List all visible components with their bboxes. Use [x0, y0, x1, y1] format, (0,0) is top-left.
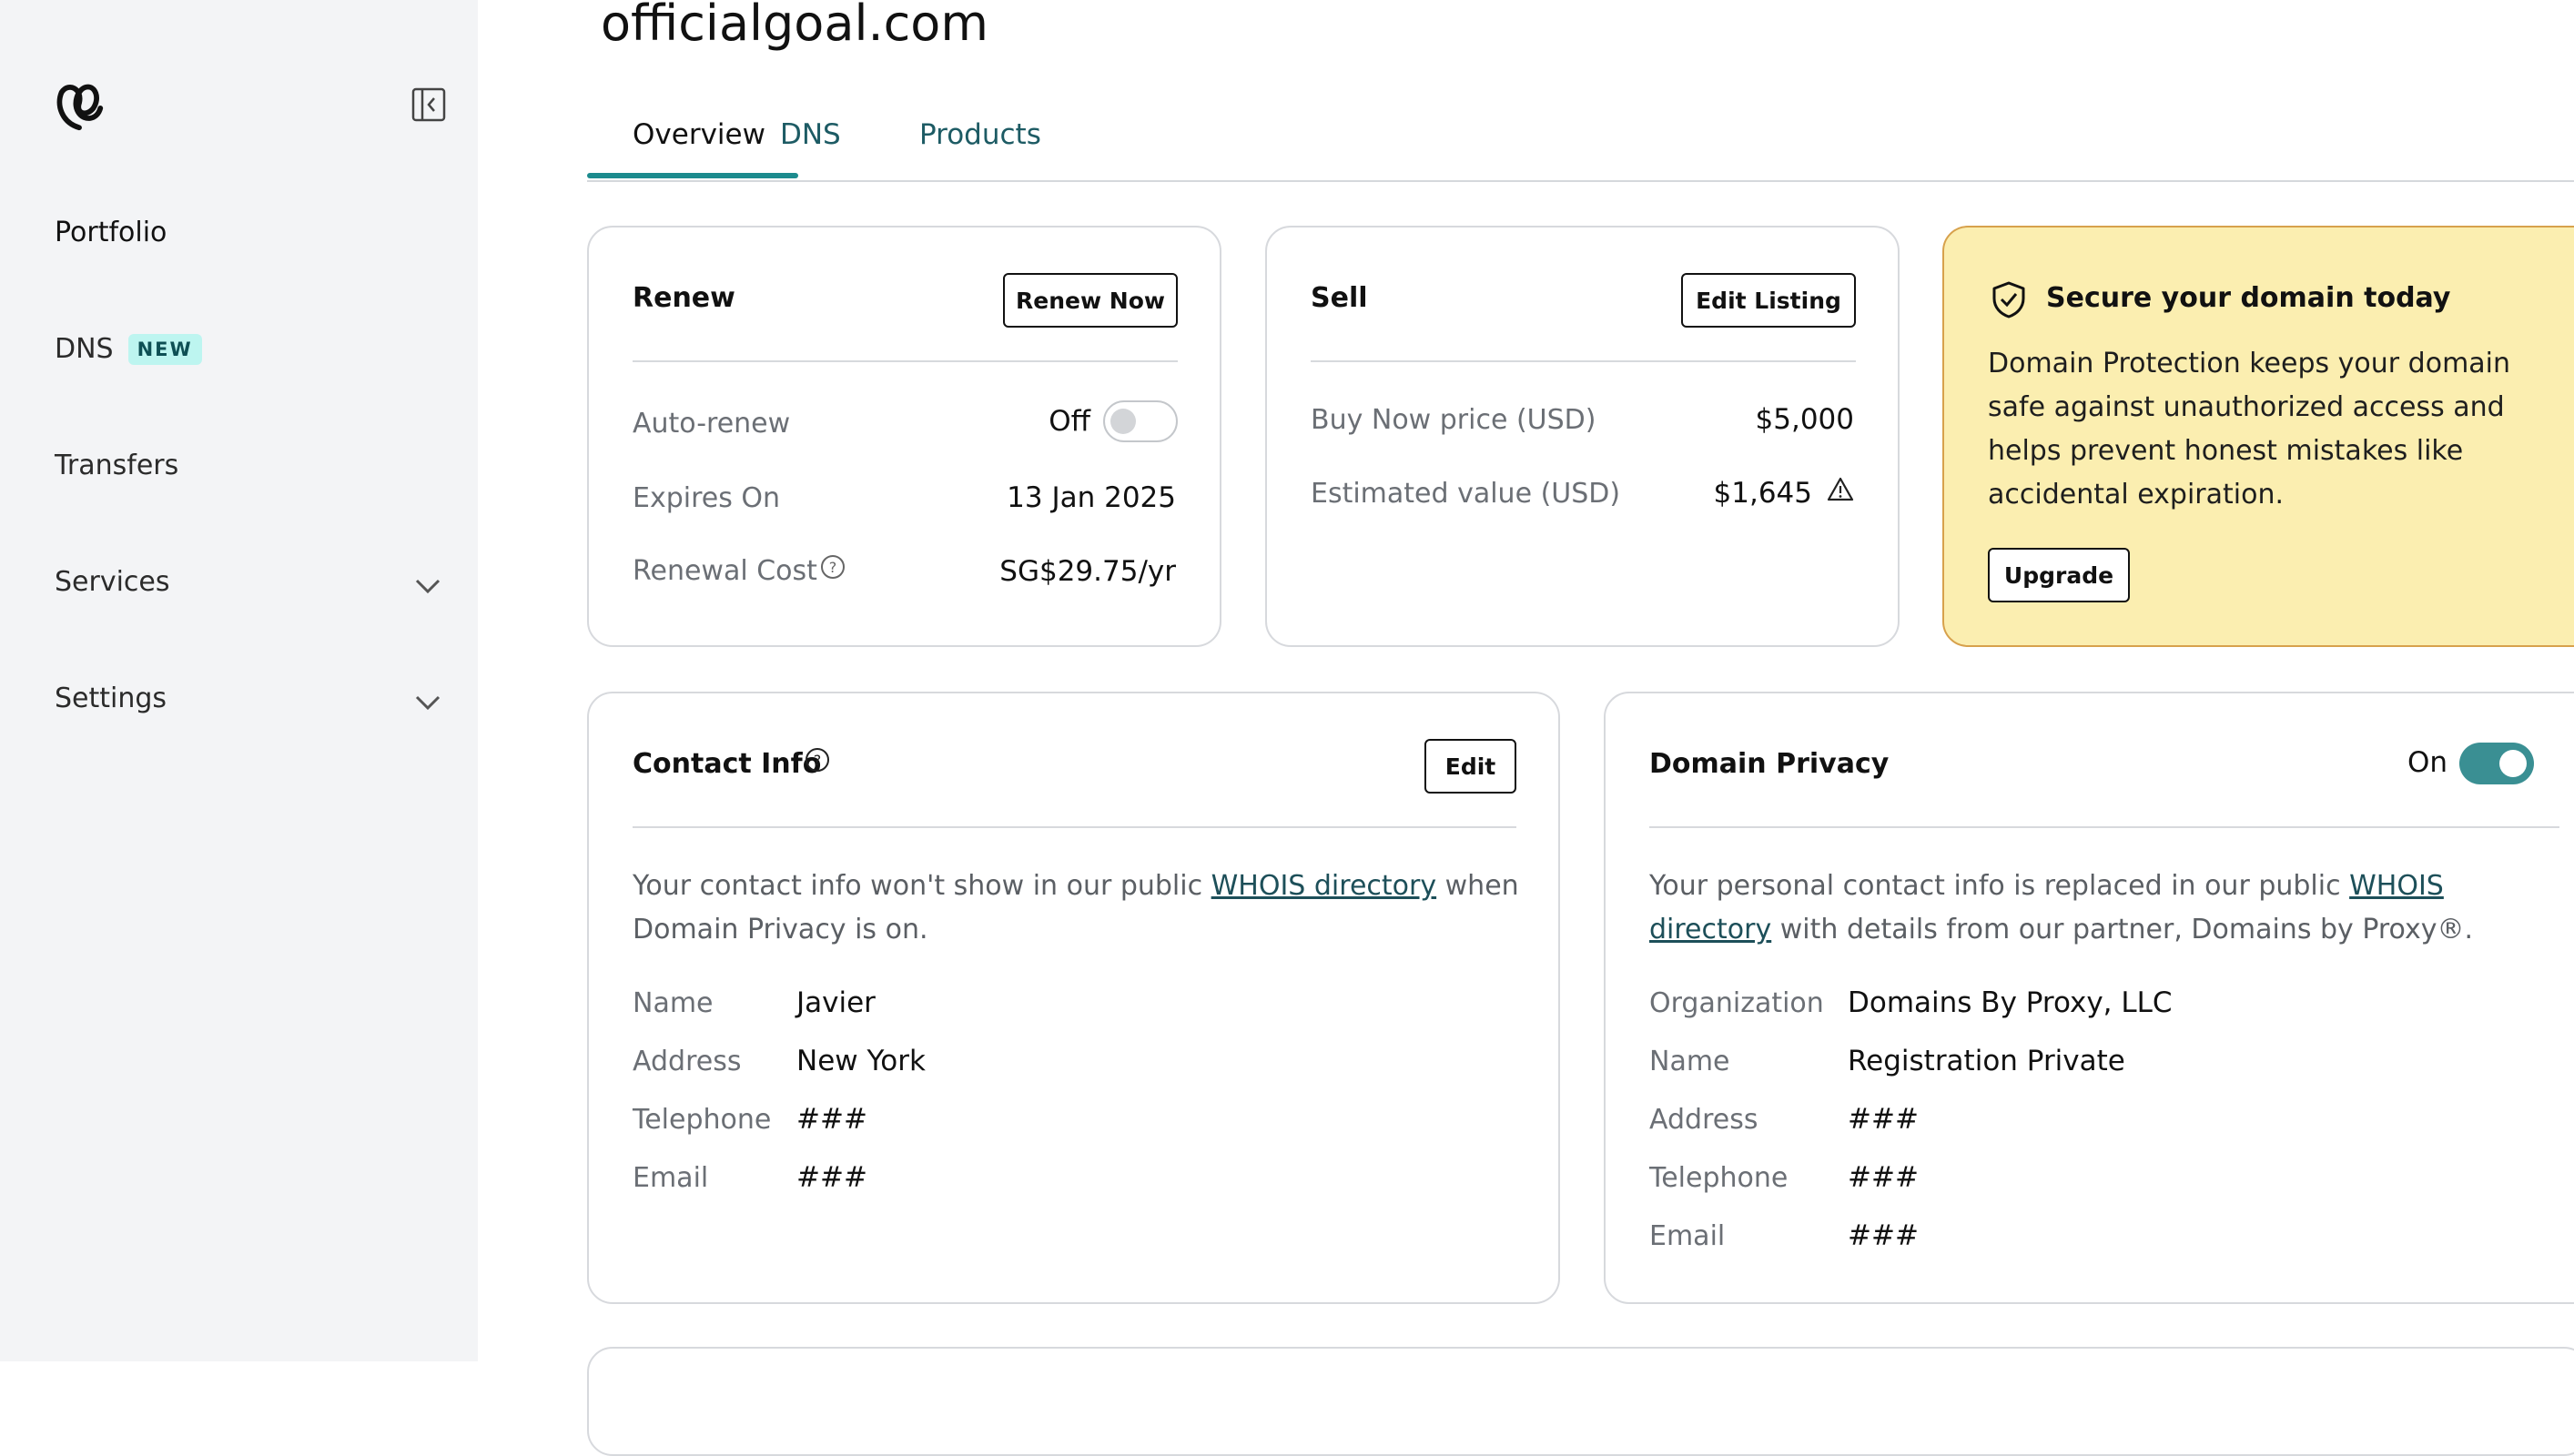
privacy-organization-label: Organization: [1649, 987, 1824, 1019]
sidebar-item-label: Portfolio: [55, 217, 167, 248]
description-text: Your personal contact info is replaced i…: [1649, 870, 2350, 902]
description-text: with details from our partner, Domains b…: [1771, 914, 2474, 945]
contact-email-value: ###: [796, 1161, 867, 1194]
sidebar-item-label: DNS: [55, 333, 114, 365]
buy-now-price-value: $5,000: [1755, 403, 1854, 436]
new-badge: NEW: [127, 333, 202, 365]
renew-card: Renew Renew Now Auto-renew Off Expires O…: [587, 226, 1221, 647]
auto-renew-label: Auto-renew: [633, 408, 791, 440]
card-title: Renew: [633, 282, 735, 314]
auto-renew-toggle[interactable]: [1103, 400, 1178, 442]
contact-address-value: New York: [796, 1045, 926, 1077]
estimated-value: $1,645: [1713, 477, 1812, 510]
contact-address-label: Address: [633, 1046, 742, 1077]
sidebar-item-portfolio[interactable]: Portfolio: [55, 217, 167, 248]
warning-triangle-icon[interactable]: [1826, 475, 1855, 504]
expires-value: 13 Jan 2025: [1007, 481, 1176, 514]
active-tab-indicator: [587, 173, 798, 178]
domain-privacy-toggle[interactable]: [2459, 743, 2534, 784]
card-title: Sell: [1311, 282, 1368, 314]
promo-line: accidental expiration.: [1988, 479, 2285, 511]
privacy-description: Your personal contact info is replaced i…: [1649, 864, 2574, 952]
sidebar-item-settings[interactable]: Settings: [55, 682, 167, 714]
godaddy-logo[interactable]: [51, 78, 107, 135]
whois-directory-link[interactable]: WHOIS directory: [1211, 870, 1436, 902]
tab-products[interactable]: Products: [919, 118, 1041, 151]
expires-label: Expires On: [633, 482, 781, 514]
privacy-address-value: ###: [1848, 1103, 1919, 1136]
privacy-name-value: Registration Private: [1848, 1045, 2125, 1077]
toggle-knob: [2499, 750, 2527, 777]
privacy-organization-value: Domains By Proxy, LLC: [1848, 986, 2173, 1019]
tab-bar: Overview DNS Products: [587, 116, 2574, 182]
chevron-down-icon[interactable]: [413, 571, 442, 601]
tab-dns[interactable]: DNS: [780, 118, 841, 151]
contact-telephone-value: ###: [796, 1103, 867, 1136]
chevron-down-icon[interactable]: [413, 688, 442, 717]
sidebar-item-label: Services: [55, 566, 170, 598]
privacy-email-value: ###: [1848, 1219, 1919, 1252]
whois-link[interactable]: WHOIS: [2349, 870, 2444, 902]
renewal-cost-value: SG$29.75/yr: [999, 555, 1176, 588]
sidebar-item-label: Transfers: [55, 450, 179, 481]
estimated-value-label: Estimated value (USD): [1311, 478, 1621, 510]
svg-text:?: ?: [814, 752, 822, 769]
sidebar-item-dns[interactable]: DNS NEW: [55, 333, 202, 365]
svg-text:?: ?: [829, 559, 837, 576]
privacy-state: On: [2407, 746, 2448, 779]
domain-privacy-card: Domain Privacy On Your personal contact …: [1604, 692, 2574, 1304]
divider: [633, 826, 1516, 828]
description-text: when: [1436, 870, 1519, 902]
sidebar-item-label: Settings: [55, 682, 167, 714]
auto-renew-state: Off: [1049, 405, 1090, 438]
divider: [1311, 360, 1856, 362]
contact-telephone-label: Telephone: [633, 1104, 772, 1136]
promo-line: helps prevent honest mistakes like: [1988, 435, 2464, 467]
card-title: Contact Info: [633, 748, 822, 780]
help-circle-icon[interactable]: ?: [819, 553, 846, 581]
page-title: officialgoal.com: [601, 0, 988, 52]
contact-name-value: Javier: [796, 986, 876, 1019]
divider: [633, 360, 1178, 362]
buy-now-price-label: Buy Now price (USD): [1311, 404, 1596, 436]
tab-overview[interactable]: Overview: [633, 118, 765, 151]
contact-info-card: Contact Info ? Edit Your contact info wo…: [587, 692, 1560, 1304]
privacy-telephone-label: Telephone: [1649, 1162, 1789, 1194]
upgrade-button[interactable]: Upgrade: [1988, 548, 2130, 602]
sidebar-item-transfers[interactable]: Transfers: [55, 450, 178, 481]
privacy-telephone-value: ###: [1848, 1161, 1919, 1194]
description-text: Domain Privacy is on.: [633, 914, 928, 945]
promo-line: Domain Protection keeps your domain: [1988, 348, 2511, 379]
directory-link[interactable]: directory: [1649, 914, 1771, 945]
edit-contact-button[interactable]: Edit: [1424, 739, 1516, 794]
sidebar-item-services[interactable]: Services: [55, 566, 170, 598]
promo-line: safe against unauthorized access and: [1988, 391, 2505, 423]
help-circle-icon[interactable]: ?: [804, 746, 831, 774]
contact-email-label: Email: [633, 1162, 709, 1194]
contact-description: Your contact info won't show in our publ…: [633, 864, 1525, 952]
edit-listing-button[interactable]: Edit Listing: [1681, 273, 1856, 328]
divider: [1649, 826, 2559, 828]
next-card: [587, 1347, 2574, 1456]
privacy-address-label: Address: [1649, 1104, 1758, 1136]
sidebar: Portfolio DNS NEW Transfers Services Set…: [0, 0, 478, 1361]
shield-check-icon: [1992, 281, 2025, 318]
promo-description: Domain Protection keeps your domain safe…: [1988, 342, 2510, 517]
main-content: officialgoal.com Overview DNS Products R…: [478, 0, 2574, 1456]
renewal-cost-label: Renewal Cost: [633, 555, 817, 587]
contact-name-label: Name: [633, 987, 714, 1019]
privacy-email-label: Email: [1649, 1220, 1726, 1252]
description-text: Your contact info won't show in our publ…: [633, 870, 1211, 902]
sell-card: Sell Edit Listing Buy Now price (USD) $5…: [1265, 226, 1900, 647]
sidebar-collapse-icon[interactable]: [411, 87, 446, 122]
domain-protection-promo: Secure your domain today Domain Protecti…: [1942, 226, 2574, 647]
renew-now-button[interactable]: Renew Now: [1003, 273, 1178, 328]
promo-title: Secure your domain today: [2046, 282, 2451, 314]
toggle-knob: [1110, 409, 1136, 434]
card-title: Domain Privacy: [1649, 748, 1890, 780]
privacy-name-label: Name: [1649, 1046, 1730, 1077]
